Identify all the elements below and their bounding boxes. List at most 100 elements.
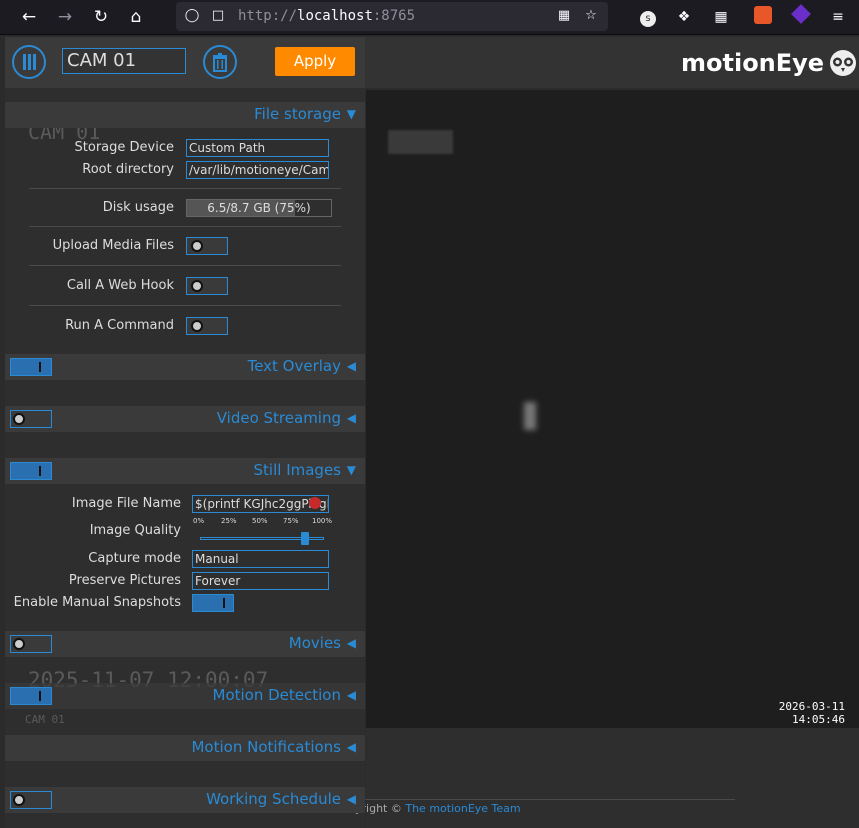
text-overlay-toggle[interactable] [10,358,52,376]
web-hook-label: Call A Web Hook [66,278,174,293]
pause-button[interactable] [12,45,46,79]
image-quality-slider[interactable] [200,532,324,545]
toggle-on-mark [39,362,41,372]
chevron-left-icon[interactable]: ◀ [347,359,356,373]
still-images-toggle[interactable] [10,462,52,480]
section-working-schedule-title[interactable]: Working Schedule [206,790,341,808]
capture-mode-label: Capture mode [88,551,181,566]
section-text-overlay[interactable]: Text Overlay ◀ [5,354,365,380]
video-noise-blob [388,130,453,154]
browser-toolbar: ← → ↻ ⌂ ◯ □ http://localhost:8765 ▦ ☆ s … [0,0,859,35]
section-movies-title[interactable]: Movies [289,634,341,652]
extensions-puzzle-icon[interactable]: ❖ [673,6,695,28]
url-text[interactable]: http://localhost:8765 [238,8,415,24]
chevron-left-icon[interactable]: ◀ [347,740,356,754]
camera-video-frame[interactable]: 2026-03-11 14:05:46 [366,90,859,728]
apps-grid-icon[interactable]: ▦ [710,6,732,28]
section-motion-notifications-title[interactable]: Motion Notifications [191,738,341,756]
footer-divider [350,799,735,800]
manual-snapshots-label: Enable Manual Snapshots [13,595,181,610]
motioneye-logo: motionEye [681,49,825,77]
run-command-toggle[interactable] [186,317,228,335]
disk-usage-text: 6.5/8.7 GB (75%) [207,201,311,215]
purple-extension-icon[interactable] [790,4,812,28]
url-port: :8765 [372,8,416,24]
trash-icon [213,53,227,72]
motion-detection-toggle[interactable] [10,687,52,705]
section-motion-notifications[interactable]: Motion Notifications ◀ [5,735,365,761]
timestamp-time: 14:05:46 [792,713,845,726]
storage-device-label: Storage Device [74,140,174,155]
video-streaming-toggle[interactable] [10,410,52,428]
chevron-down-icon[interactable]: ▼ [347,463,356,477]
toggle-on-mark [39,466,41,476]
slider-handle[interactable] [300,532,309,545]
upload-media-toggle[interactable] [186,237,228,255]
timestamp-date: 2026-03-11 [778,700,845,713]
toggle-knob [191,320,203,332]
forward-arrow-icon[interactable]: → [53,5,77,29]
toggle-knob [13,638,25,650]
address-bar[interactable]: ◯ □ http://localhost:8765 ▦ ☆ [176,2,608,31]
url-prefix: http:// [238,8,298,24]
root-directory-input[interactable]: /var/lib/motioneye/Cam [186,161,329,179]
preserve-pictures-label: Preserve Pictures [68,573,181,588]
chevron-left-icon[interactable]: ◀ [347,636,356,650]
delete-camera-button[interactable] [203,45,237,79]
preserve-pictures-select[interactable]: Forever [192,572,329,590]
back-arrow-icon[interactable]: ← [17,5,41,29]
chevron-left-icon[interactable]: ◀ [347,411,356,425]
section-still-images-title[interactable]: Still Images [254,461,341,479]
page-icon[interactable]: □ [210,8,226,24]
section-movies[interactable]: Movies ◀ [5,631,365,657]
chevron-left-icon[interactable]: ◀ [347,688,356,702]
home-icon[interactable]: ⌂ [124,5,148,29]
capture-mode-select[interactable]: Manual [192,550,329,568]
toggle-knob [191,240,203,252]
section-motion-detection-title[interactable]: Motion Detection [213,686,342,704]
section-motion-detection[interactable]: Motion Detection ◀ [5,683,365,709]
image-quality-label: Image Quality [89,523,181,538]
toggle-knob [13,413,25,425]
storage-device-select[interactable]: Custom Path [186,139,329,157]
qr-code-icon[interactable]: ▦ [556,8,572,24]
disk-usage-label: Disk usage [102,200,174,215]
tick-label: 25% [221,517,237,525]
section-working-schedule[interactable]: Working Schedule ◀ [5,787,365,813]
footer-team-link[interactable]: The motionEye Team [405,802,520,815]
working-schedule-toggle[interactable] [10,791,52,809]
divider [29,188,341,189]
reload-icon[interactable]: ↻ [89,5,113,29]
section-text-overlay-title[interactable]: Text Overlay [248,357,341,375]
camera-name-input[interactable]: CAM 01 [62,48,186,74]
section-video-streaming-title[interactable]: Video Streaming [217,409,341,427]
section-video-streaming[interactable]: Video Streaming ◀ [5,406,365,432]
url-host: localhost [297,8,373,24]
cursor-marker-icon [309,497,321,509]
shield-icon[interactable]: ◯ [184,8,200,24]
video-light-spot [524,402,536,430]
image-file-name-label: Image File Name [71,496,181,511]
ghost-cam-small-label: CAM 01 [25,713,65,726]
menu-hamburger-icon[interactable]: ≡ [827,6,849,28]
web-hook-toggle[interactable] [186,277,228,295]
bookmark-star-icon[interactable]: ☆ [583,8,599,24]
owl-logo-icon [830,50,856,76]
divider [29,226,341,227]
burp-extension-icon[interactable] [752,6,774,28]
chevron-left-icon[interactable]: ◀ [347,792,356,806]
apply-button[interactable]: Apply [275,47,355,76]
run-command-label: Run A Command [65,318,174,333]
divider [29,265,341,266]
toggle-on-mark [223,598,225,608]
toggle-knob [191,280,203,292]
toggle-on-mark [39,691,41,701]
section-file-storage[interactable]: File storage ▼ [5,102,365,128]
manual-snapshots-toggle[interactable] [192,594,234,612]
toggle-knob [13,794,25,806]
section-still-images[interactable]: Still Images ▼ [5,458,365,484]
account-s-icon[interactable]: s [637,6,659,28]
movies-toggle[interactable] [10,635,52,653]
section-file-storage-title[interactable]: File storage [254,105,341,123]
chevron-down-icon[interactable]: ▼ [347,107,356,121]
